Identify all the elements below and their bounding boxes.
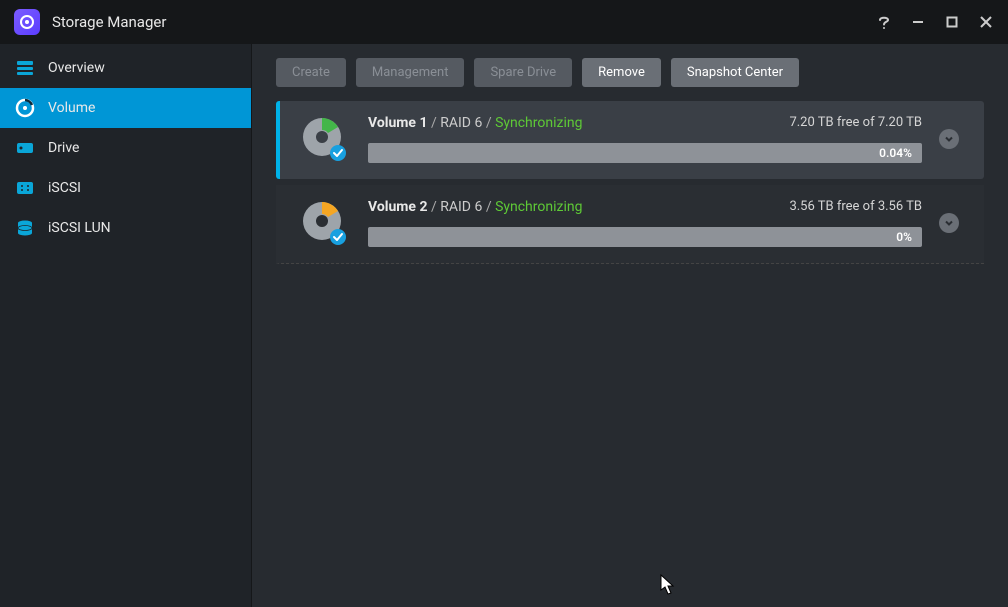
overview-icon (14, 57, 36, 79)
volume-progress-bar: 0.04% (368, 143, 922, 163)
expand-button[interactable] (939, 213, 959, 233)
iscsi-lun-icon (14, 217, 36, 239)
titlebar: Storage Manager (0, 0, 1008, 44)
sidebar-item-volume[interactable]: Volume (0, 88, 251, 128)
sidebar-item-overview[interactable]: Overview (0, 48, 251, 88)
management-button[interactable]: Management (356, 58, 465, 87)
volume-status: Synchronizing (495, 199, 582, 215)
volume-raid: RAID 6 (440, 115, 482, 131)
volume-name: Volume 2 (368, 199, 427, 215)
iscsi-icon (14, 177, 36, 199)
volume-percent: 0% (896, 230, 912, 244)
volume-disk-icon (280, 197, 368, 249)
spare-drive-button[interactable]: Spare Drive (474, 58, 572, 87)
window-title: Storage Manager (52, 13, 876, 31)
sidebar-item-label: Volume (48, 100, 95, 116)
volume-status: Synchronizing (495, 115, 582, 131)
sidebar-item-label: Drive (48, 140, 79, 156)
sidebar-item-label: Overview (48, 60, 105, 76)
expand-button[interactable] (939, 129, 959, 149)
volume-progress-bar: 0% (368, 227, 922, 247)
help-icon[interactable] (876, 14, 892, 30)
volume-disk-icon (280, 113, 368, 165)
create-button[interactable]: Create (276, 58, 346, 87)
volume-free-text: 7.20 TB free of 7.20 TB (789, 115, 922, 131)
remove-button[interactable]: Remove (582, 58, 661, 87)
snapshot-center-button[interactable]: Snapshot Center (671, 58, 799, 87)
drive-icon (14, 137, 36, 159)
volume-icon (14, 97, 36, 119)
volume-name: Volume 1 (368, 115, 427, 131)
toolbar: Create Management Spare Drive Remove Sna… (276, 58, 984, 87)
maximize-icon[interactable] (944, 14, 960, 30)
close-icon[interactable] (978, 14, 994, 30)
volume-raid: RAID 6 (440, 199, 482, 215)
minimize-icon[interactable] (910, 14, 926, 30)
sidebar-item-label: iSCSI (48, 180, 81, 196)
sidebar: Overview Volume Drive iSCSI (0, 44, 252, 607)
content-area: Create Management Spare Drive Remove Sna… (252, 44, 1008, 607)
sidebar-item-drive[interactable]: Drive (0, 128, 251, 168)
sidebar-item-iscsi-lun[interactable]: iSCSI LUN (0, 208, 251, 248)
volume-row[interactable]: Volume 2 / RAID 6 / Synchronizing 3.56 T… (276, 185, 984, 264)
chevron-down-icon (944, 134, 954, 144)
sidebar-item-iscsi[interactable]: iSCSI (0, 168, 251, 208)
app-logo-icon (14, 9, 40, 35)
volume-percent: 0.04% (879, 146, 912, 160)
volume-free-text: 3.56 TB free of 3.56 TB (789, 199, 922, 215)
sidebar-item-label: iSCSI LUN (48, 220, 111, 236)
volume-row[interactable]: Volume 1 / RAID 6 / Synchronizing 7.20 T… (276, 101, 984, 179)
chevron-down-icon (944, 218, 954, 228)
